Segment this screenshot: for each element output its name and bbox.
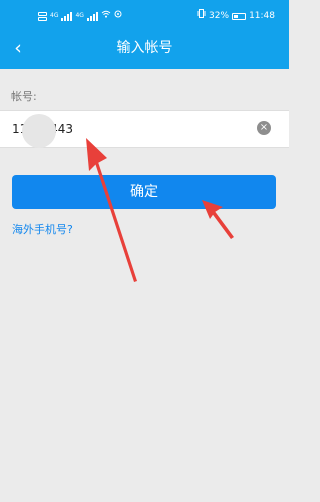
status-left-icons: 4G 4G xyxy=(38,6,122,26)
sync-icon xyxy=(114,6,122,26)
header-bar: 4G 4G 32% 11:48 ‹ 输入帐号 xyxy=(0,0,289,69)
wifi-icon xyxy=(101,6,111,26)
page-title: 输入帐号 xyxy=(116,40,173,56)
signal-icon-2 xyxy=(86,11,98,21)
network-label-1: 4G xyxy=(50,12,59,19)
overseas-phone-link[interactable]: 海外手机号? xyxy=(12,221,73,237)
status-right-icons: 32% 11:48 xyxy=(197,6,275,26)
battery-icon xyxy=(232,12,247,20)
network-label-2: 4G xyxy=(75,12,84,19)
clear-icon[interactable]: × xyxy=(257,121,271,135)
sim-icon xyxy=(38,11,47,21)
annotation-arrows xyxy=(86,138,234,282)
status-bar: 4G 4G 32% 11:48 xyxy=(0,6,289,26)
confirm-button[interactable]: 确定 xyxy=(12,175,276,209)
arrow-to-input xyxy=(86,138,137,282)
account-label: 帐号: xyxy=(11,90,37,103)
vibrate-icon xyxy=(197,6,206,26)
signal-icon-1 xyxy=(61,11,73,21)
battery-percent: 32% xyxy=(209,11,230,21)
clock: 11:48 xyxy=(249,11,275,21)
redaction-mask xyxy=(22,114,56,148)
